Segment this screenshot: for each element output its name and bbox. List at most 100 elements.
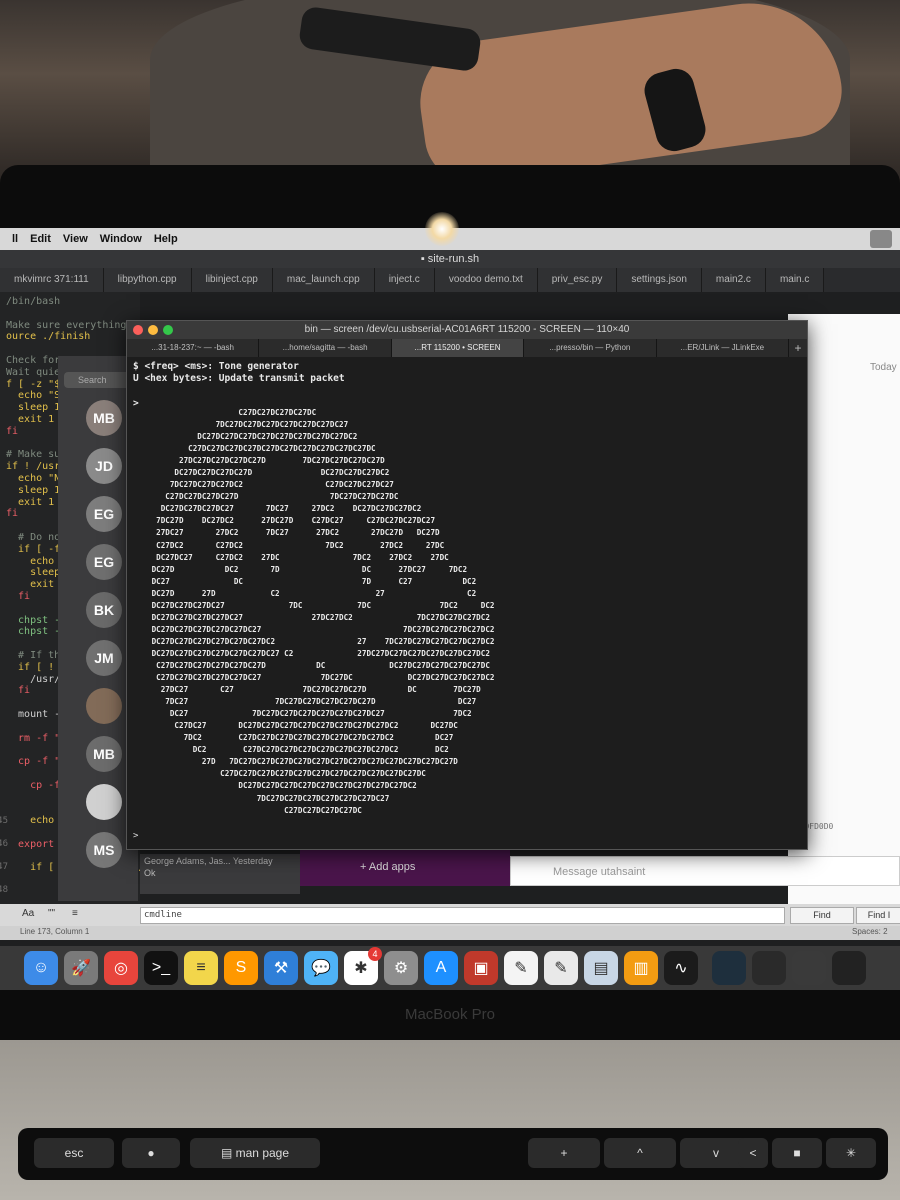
slack-avatar[interactable]: MS	[86, 832, 122, 868]
launchpad-icon[interactable]: 🚀	[64, 951, 98, 985]
virtualbox-icon[interactable]: ▣	[464, 951, 498, 985]
find-option-case[interactable]: Aa	[22, 908, 34, 919]
editor-title-text: site-run.sh	[427, 253, 480, 265]
editor-tab-bar: mkvimrc 371:111 libpython.cpp libinject.…	[0, 268, 900, 292]
dock: ☺ 🚀 ◎ >_ ≡ S ⚒ 💬 ✱ 4 ⚙ A ▣ ✎ ✎ ▤ ▥ ∿	[0, 946, 900, 990]
sublime-icon[interactable]: S	[224, 951, 258, 985]
slack-badge: 4	[368, 947, 382, 961]
menubar-status-icon[interactable]	[870, 230, 892, 248]
preview-icon[interactable]: ▤	[584, 951, 618, 985]
finder-icon[interactable]: ☺	[24, 951, 58, 985]
app-store-icon[interactable]: A	[424, 951, 458, 985]
menu-item-edit[interactable]: Edit	[30, 233, 51, 245]
slack-avatar[interactable]: JD	[86, 448, 122, 484]
notes-icon[interactable]: ≡	[184, 951, 218, 985]
find-option-regex[interactable]: ≡	[72, 908, 78, 919]
add-apps-button[interactable]: + Add apps	[300, 848, 510, 886]
activity-monitor-icon[interactable]: ∿	[664, 951, 698, 985]
file-icon: ▪	[420, 253, 428, 265]
archive-icon[interactable]: ▥	[624, 951, 658, 985]
find-bar: Aa "" ≡ cmdline Find Find I	[0, 904, 900, 926]
minimized-window-icon[interactable]	[712, 951, 746, 985]
siri-color-icon[interactable]: ●	[122, 1138, 180, 1168]
line-number: 48	[0, 885, 8, 895]
editor-tab[interactable]: mkvimrc 371:111	[0, 268, 104, 292]
slack-message-input[interactable]: Message utahsaint	[510, 856, 900, 886]
editor-tab[interactable]: libinject.cpp	[191, 268, 273, 292]
find-prev-button[interactable]: Find I	[856, 907, 900, 924]
preview-time: Yesterday	[232, 856, 273, 866]
slack-avatar[interactable]: BK	[86, 592, 122, 628]
minimized-window-icon[interactable]	[752, 951, 786, 985]
menu-item-help[interactable]: Help	[154, 233, 178, 245]
editor-tab[interactable]: voodoo demo.txt	[434, 268, 538, 292]
man-page-button[interactable]: ▤ man page	[190, 1138, 320, 1168]
editor-tab[interactable]: settings.json	[617, 268, 702, 292]
terminal-tab[interactable]: ...home/sagitta — -bash	[259, 339, 392, 357]
laptop-screen: ll Edit View Window Help ▪ site-run.sh m…	[0, 228, 900, 990]
document2-icon[interactable]: ✎	[544, 951, 578, 985]
minimized-window-icon[interactable]	[792, 951, 826, 985]
control-strip-expand-icon[interactable]: <	[738, 1138, 768, 1168]
editor-tab[interactable]: inject.c	[374, 268, 435, 292]
slack-avatar[interactable]: MB	[86, 736, 122, 772]
code-line: /bin/bash	[6, 296, 61, 307]
new-tab-icon[interactable]: +	[789, 339, 807, 357]
line-number: 45	[0, 816, 8, 826]
terminal-tab[interactable]: ...presso/bin — Python	[524, 339, 657, 357]
minimized-window-icon[interactable]	[832, 951, 866, 985]
system-preferences-icon[interactable]: ⚙	[384, 951, 418, 985]
editor-tab[interactable]: mac_launch.cpp	[272, 268, 375, 292]
slack-avatar[interactable]: JM	[86, 640, 122, 676]
messages-icon[interactable]: 💬	[304, 951, 338, 985]
document-icon[interactable]: ✎	[504, 951, 538, 985]
lock-screen-icon[interactable]: ■	[772, 1138, 822, 1168]
find-button[interactable]: Find	[790, 907, 854, 924]
editor-tab[interactable]: libpython.cpp	[103, 268, 192, 292]
slack-avatar[interactable]	[86, 784, 122, 820]
editor-statusbar: Line 173, Column 1 Spaces: 2	[0, 926, 900, 940]
bookmark-button[interactable]: +	[528, 1138, 600, 1168]
code-line: Make sure everything	[6, 319, 127, 331]
terminal-tab-bar: ...31-18-237:~ — -bash ...home/sagitta —…	[127, 339, 807, 357]
chrome-icon[interactable]: ◎	[104, 951, 138, 985]
terminal-tab[interactable]: ...ER/JLink — JLinkExe	[657, 339, 790, 357]
slack-avatar[interactable]	[86, 688, 122, 724]
editor-tab[interactable]: priv_esc.py	[537, 268, 618, 292]
code-line: sleep 1	[6, 484, 61, 496]
preview-sender: George Adams, Jas...	[144, 856, 231, 866]
terminal-icon[interactable]: >_	[144, 951, 178, 985]
code-line: exit 1	[6, 414, 55, 425]
line-number: 47	[0, 862, 8, 872]
zoom-icon[interactable]	[163, 325, 173, 335]
menu-item-window[interactable]: Window	[100, 233, 142, 245]
terminal-titlebar: bin — screen /dev/cu.usbserial-AC01A6RT …	[127, 321, 807, 339]
editor-tab[interactable]: main2.c	[701, 268, 766, 292]
editor-tab[interactable]: main.c	[765, 268, 825, 292]
slack-icon[interactable]: ✱ 4	[344, 947, 382, 985]
terminal-window[interactable]: bin — screen /dev/cu.usbserial-AC01A6RT …	[126, 320, 808, 850]
slack-avatar[interactable]: MB	[86, 400, 122, 436]
minimize-icon[interactable]	[148, 325, 158, 335]
slack-search[interactable]: Search	[64, 372, 134, 388]
menu-item-app[interactable]: ll	[12, 233, 18, 245]
brightness-icon[interactable]: ✳	[826, 1138, 876, 1168]
esc-key[interactable]: esc	[34, 1138, 114, 1168]
scroll-up-button[interactable]: ^	[604, 1138, 676, 1168]
find-option-word[interactable]: ""	[48, 908, 55, 919]
slack-avatar[interactable]: EG	[86, 496, 122, 532]
terminal-tab[interactable]: ...31-18-237:~ — -bash	[127, 339, 260, 357]
xcode-icon[interactable]: ⚒	[264, 951, 298, 985]
compose-placeholder: Message utahsaint	[553, 866, 646, 878]
code-line: fi	[6, 685, 31, 697]
slack-message-preview[interactable]: George Adams, Jas... Yesterday Ok	[140, 854, 300, 894]
find-input[interactable]: cmdline	[140, 907, 785, 924]
code-line: ource ./finish	[6, 331, 91, 343]
close-icon[interactable]	[133, 325, 143, 335]
menu-item-view[interactable]: View	[63, 233, 88, 245]
status-indent[interactable]: Spaces: 2	[852, 927, 888, 936]
slack-avatar[interactable]: EG	[86, 544, 122, 580]
terminal-tab-active[interactable]: ...RT 115200 • SCREEN	[391, 339, 525, 357]
code-line: exit 1	[6, 496, 55, 508]
code-line: fi	[6, 591, 31, 602]
